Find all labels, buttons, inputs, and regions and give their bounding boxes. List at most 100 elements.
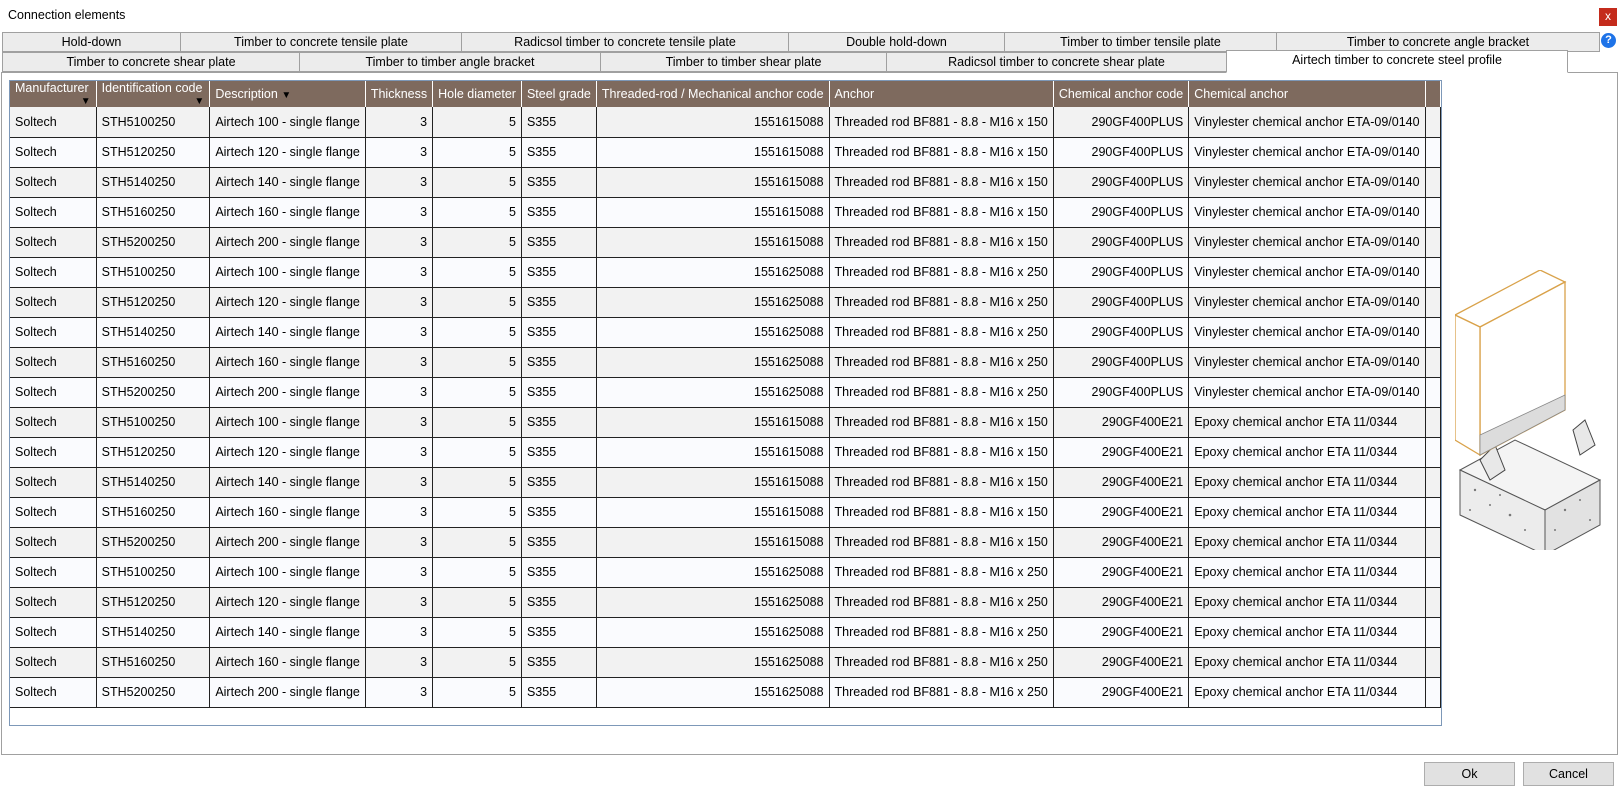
- cell-steel-grade[interactable]: S355: [521, 527, 597, 558]
- cell-anchor[interactable]: Threaded rod BF881 - 8.8 - M16 x 250: [829, 287, 1054, 318]
- cell-manufacturer[interactable]: Soltech: [10, 647, 97, 678]
- cell-description[interactable]: Airtech 120 - single flange: [209, 137, 366, 168]
- cell-steel-grade[interactable]: S355: [521, 197, 597, 228]
- column-header-steel-grade[interactable]: Steel grade: [521, 81, 597, 107]
- cell-chemical-anchor-code[interactable]: 290GF400E21: [1053, 677, 1190, 708]
- column-header-chemical-anchor[interactable]: Chemical anchor: [1188, 81, 1426, 107]
- cell-hole-diameter[interactable]: 5: [432, 647, 522, 678]
- tab-timber-to-timber-shear-plate[interactable]: Timber to timber shear plate: [600, 52, 887, 72]
- cell-description[interactable]: Airtech 160 - single flange: [209, 647, 366, 678]
- filter-icon[interactable]: ▼: [281, 90, 291, 101]
- cell-anchor[interactable]: Threaded rod BF881 - 8.8 - M16 x 250: [829, 587, 1054, 618]
- cell-threaded-rod-code[interactable]: 1551625088: [596, 647, 830, 678]
- table-row[interactable]: Soltech STH5100250 Airtech 100 - single fl…: [10, 557, 1441, 588]
- cell-thickness[interactable]: 3: [365, 317, 434, 348]
- tab-timber-to-timber-tensile-plate[interactable]: Timber to timber tensile plate: [1004, 32, 1277, 52]
- cell-hole-diameter[interactable]: 5: [432, 167, 522, 198]
- cell-description[interactable]: Airtech 200 - single flange: [209, 527, 366, 558]
- cell-identification-code[interactable]: STH5200250: [96, 527, 211, 558]
- cell-anchor[interactable]: Threaded rod BF881 - 8.8 - M16 x 150: [829, 527, 1054, 558]
- cell-hole-diameter[interactable]: 5: [432, 527, 522, 558]
- cell-identification-code[interactable]: STH5140250: [96, 167, 211, 198]
- cell-identification-code[interactable]: STH5140250: [96, 467, 211, 498]
- cell-steel-grade[interactable]: S355: [521, 347, 597, 378]
- tab-radicsol-timber-to-concrete-shear-plate[interactable]: Radicsol timber to concrete shear plate: [886, 52, 1227, 72]
- tab-radicsol-timber-to-concrete-tensile-plate[interactable]: Radicsol timber to concrete tensile plat…: [461, 32, 789, 52]
- cell-thickness[interactable]: 3: [365, 587, 434, 618]
- cell-chemical-anchor-code[interactable]: 290GF400PLUS: [1053, 257, 1190, 288]
- cell-hole-diameter[interactable]: 5: [432, 587, 522, 618]
- cell-identification-code[interactable]: STH5160250: [96, 647, 211, 678]
- cell-chemical-anchor[interactable]: Vinylester chemical anchor ETA-09/0140: [1188, 167, 1426, 198]
- cell-steel-grade[interactable]: S355: [521, 647, 597, 678]
- cell-identification-code[interactable]: STH5100250: [96, 257, 211, 288]
- cell-identification-code[interactable]: STH5200250: [96, 227, 211, 258]
- cell-chemical-anchor-code[interactable]: 290GF400PLUS: [1053, 137, 1190, 168]
- cell-identification-code[interactable]: STH5120250: [96, 437, 211, 468]
- cell-hole-diameter[interactable]: 5: [432, 137, 522, 168]
- cell-description[interactable]: Airtech 140 - single flange: [209, 317, 366, 348]
- cell-hole-diameter[interactable]: 5: [432, 107, 522, 138]
- cell-threaded-rod-code[interactable]: 1551625088: [596, 587, 830, 618]
- cell-manufacturer[interactable]: Soltech: [10, 617, 97, 648]
- tab-timber-to-concrete-shear-plate[interactable]: Timber to concrete shear plate: [2, 52, 300, 72]
- cell-hole-diameter[interactable]: 5: [432, 677, 522, 708]
- cell-description[interactable]: Airtech 140 - single flange: [209, 167, 366, 198]
- cell-hole-diameter[interactable]: 5: [432, 497, 522, 528]
- cell-manufacturer[interactable]: Soltech: [10, 227, 97, 258]
- tab-timber-to-timber-angle-bracket[interactable]: Timber to timber angle bracket: [299, 52, 601, 72]
- cell-threaded-rod-code[interactable]: 1551625088: [596, 677, 830, 708]
- cell-hole-diameter[interactable]: 5: [432, 437, 522, 468]
- cell-anchor[interactable]: Threaded rod BF881 - 8.8 - M16 x 150: [829, 407, 1054, 438]
- cell-hole-diameter[interactable]: 5: [432, 257, 522, 288]
- help-icon[interactable]: ?: [1601, 33, 1616, 48]
- cell-thickness[interactable]: 3: [365, 227, 434, 258]
- cell-anchor[interactable]: Threaded rod BF881 - 8.8 - M16 x 250: [829, 317, 1054, 348]
- cell-hole-diameter[interactable]: 5: [432, 467, 522, 498]
- cell-anchor[interactable]: Threaded rod BF881 - 8.8 - M16 x 150: [829, 227, 1054, 258]
- cell-identification-code[interactable]: STH5100250: [96, 107, 211, 138]
- tab-double-hold-down[interactable]: Double hold-down: [788, 32, 1005, 52]
- cell-hole-diameter[interactable]: 5: [432, 557, 522, 588]
- cell-manufacturer[interactable]: Soltech: [10, 107, 97, 138]
- cell-chemical-anchor-code[interactable]: 290GF400E21: [1053, 437, 1190, 468]
- table-row[interactable]: Soltech STH5140250 Airtech 140 - single fl…: [10, 167, 1441, 198]
- cell-description[interactable]: Airtech 160 - single flange: [209, 347, 366, 378]
- cell-identification-code[interactable]: STH5120250: [96, 287, 211, 318]
- cell-threaded-rod-code[interactable]: 1551615088: [596, 437, 830, 468]
- cell-chemical-anchor[interactable]: Epoxy chemical anchor ETA 11/0344: [1188, 497, 1426, 528]
- cell-chemical-anchor-code[interactable]: 290GF400PLUS: [1053, 167, 1190, 198]
- table-row[interactable]: Soltech STH5140250 Airtech 140 - single fl…: [10, 317, 1441, 348]
- cell-threaded-rod-code[interactable]: 1551615088: [596, 467, 830, 498]
- cell-threaded-rod-code[interactable]: 1551625088: [596, 557, 830, 588]
- cell-identification-code[interactable]: STH5200250: [96, 377, 211, 408]
- cell-hole-diameter[interactable]: 5: [432, 197, 522, 228]
- cell-anchor[interactable]: Threaded rod BF881 - 8.8 - M16 x 250: [829, 257, 1054, 288]
- cell-thickness[interactable]: 3: [365, 437, 434, 468]
- cell-description[interactable]: Airtech 120 - single flange: [209, 437, 366, 468]
- cell-description[interactable]: Airtech 100 - single flange: [209, 257, 366, 288]
- cell-manufacturer[interactable]: Soltech: [10, 137, 97, 168]
- cell-chemical-anchor[interactable]: Vinylester chemical anchor ETA-09/0140: [1188, 347, 1426, 378]
- cell-manufacturer[interactable]: Soltech: [10, 557, 97, 588]
- table-row[interactable]: Soltech STH5160250 Airtech 160 - single fl…: [10, 347, 1441, 378]
- cell-chemical-anchor[interactable]: Vinylester chemical anchor ETA-09/0140: [1188, 317, 1426, 348]
- cell-chemical-anchor-code[interactable]: 290GF400PLUS: [1053, 107, 1190, 138]
- cell-anchor[interactable]: Threaded rod BF881 - 8.8 - M16 x 250: [829, 677, 1054, 708]
- cell-hole-diameter[interactable]: 5: [432, 617, 522, 648]
- cell-anchor[interactable]: Threaded rod BF881 - 8.8 - M16 x 150: [829, 467, 1054, 498]
- cell-chemical-anchor[interactable]: Epoxy chemical anchor ETA 11/0344: [1188, 647, 1426, 678]
- cell-threaded-rod-code[interactable]: 1551615088: [596, 527, 830, 558]
- cell-thickness[interactable]: 3: [365, 527, 434, 558]
- cell-steel-grade[interactable]: S355: [521, 377, 597, 408]
- table-row[interactable]: Soltech STH5100250 Airtech 100 - single fl…: [10, 257, 1441, 288]
- tab-timber-to-concrete-angle-bracket[interactable]: Timber to concrete angle bracket: [1276, 32, 1600, 52]
- cancel-button[interactable]: Cancel: [1523, 762, 1614, 786]
- cell-description[interactable]: Airtech 120 - single flange: [209, 587, 366, 618]
- cell-chemical-anchor[interactable]: Vinylester chemical anchor ETA-09/0140: [1188, 257, 1426, 288]
- cell-manufacturer[interactable]: Soltech: [10, 257, 97, 288]
- cell-chemical-anchor-code[interactable]: 290GF400PLUS: [1053, 227, 1190, 258]
- cell-manufacturer[interactable]: Soltech: [10, 497, 97, 528]
- cell-thickness[interactable]: 3: [365, 647, 434, 678]
- cell-thickness[interactable]: 3: [365, 557, 434, 588]
